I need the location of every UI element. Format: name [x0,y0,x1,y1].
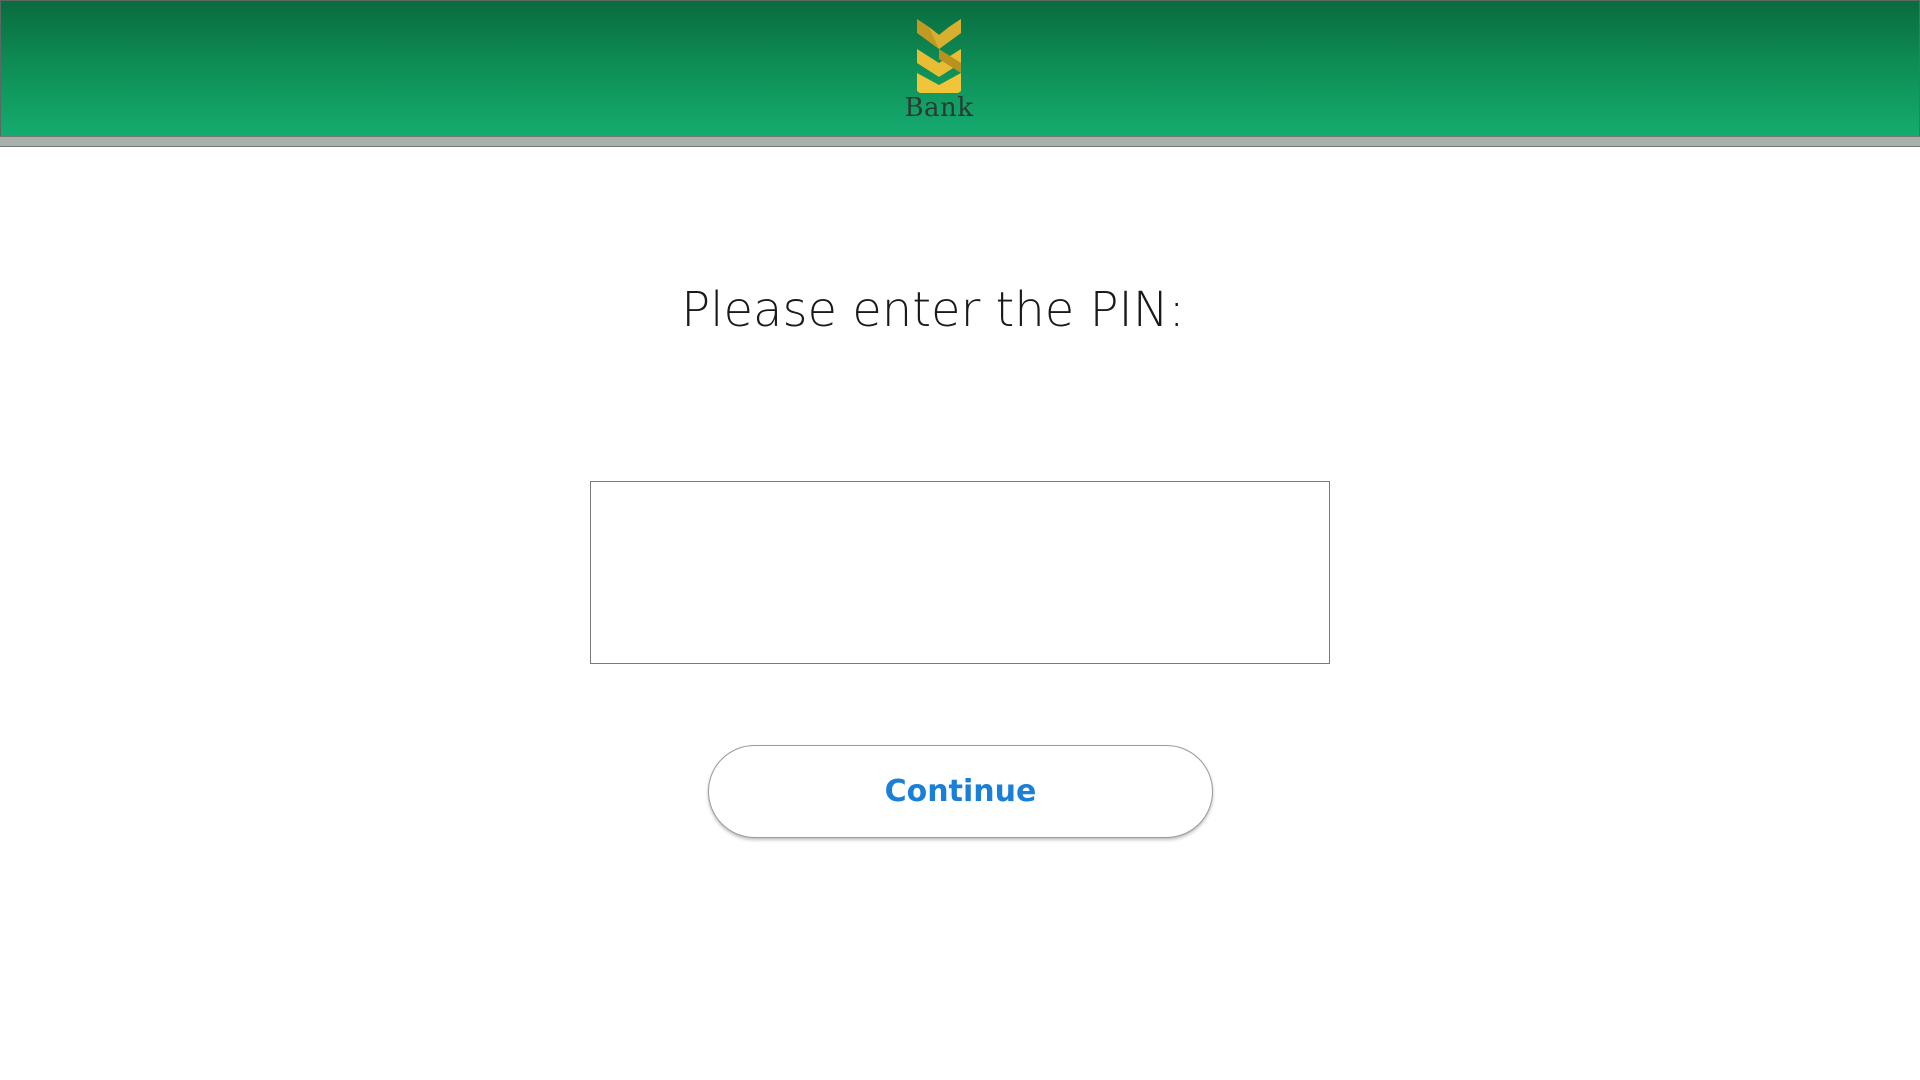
pin-prompt: Please enter the PIN: [681,282,1185,338]
header-divider [0,136,1920,147]
continue-button[interactable]: Continue [708,745,1213,838]
header-bar: Bank [0,0,1920,136]
bank-logo: Bank [899,15,979,125]
bank-logo-icon [917,19,961,93]
pin-input[interactable] [590,481,1330,664]
logo-text: Bank [904,93,974,123]
